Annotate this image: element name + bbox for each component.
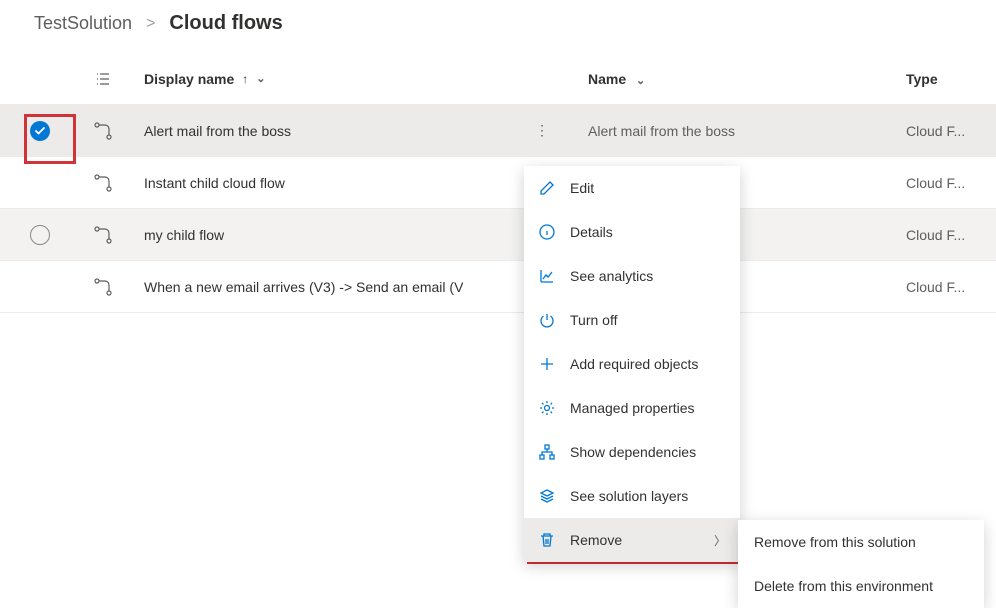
analytics-icon bbox=[538, 267, 556, 285]
menu-layers-label: See solution layers bbox=[570, 488, 726, 504]
row-checkbox-checked[interactable] bbox=[30, 121, 50, 141]
row-type: Cloud F... bbox=[906, 123, 996, 139]
row-display-name[interactable]: Instant child cloud flow bbox=[144, 175, 285, 191]
row-context-menu: Edit Details See analytics Turn off Add … bbox=[524, 166, 740, 562]
row-name: Alert mail from the boss bbox=[562, 123, 906, 139]
breadcrumb: TestSolution > Cloud flows bbox=[0, 0, 996, 53]
menu-addreq-label: Add required objects bbox=[570, 356, 726, 372]
power-icon bbox=[538, 311, 556, 329]
menu-details[interactable]: Details bbox=[524, 210, 740, 254]
cloud-flow-icon bbox=[80, 226, 126, 244]
breadcrumb-current: Cloud flows bbox=[169, 12, 282, 35]
remove-submenu: Remove from this solution Delete from th… bbox=[738, 520, 984, 608]
cloud-flow-icon bbox=[80, 174, 126, 192]
chevron-right-icon: > bbox=[146, 15, 155, 33]
table-row[interactable]: Alert mail from the boss ⋮ Alert mail fr… bbox=[0, 105, 996, 157]
header-list-icon[interactable] bbox=[80, 71, 126, 87]
menu-showdep-label: Show dependencies bbox=[570, 444, 726, 460]
menu-analytics[interactable]: See analytics bbox=[524, 254, 740, 298]
row-type: Cloud F... bbox=[906, 227, 996, 243]
chevron-right-icon: 〉 bbox=[714, 532, 726, 549]
edit-icon bbox=[538, 179, 556, 197]
menu-managed-properties[interactable]: Managed properties bbox=[524, 386, 740, 430]
layers-icon bbox=[538, 487, 556, 505]
row-type: Cloud F... bbox=[906, 175, 996, 191]
cloud-flow-icon bbox=[80, 278, 126, 296]
menu-turn-off[interactable]: Turn off bbox=[524, 298, 740, 342]
header-type[interactable]: Type bbox=[906, 71, 996, 87]
menu-edit-label: Edit bbox=[570, 180, 726, 196]
table-row[interactable]: Instant child cloud flow Cloud F... bbox=[0, 157, 996, 209]
chevron-down-icon[interactable]: ⌄ bbox=[636, 75, 645, 87]
row-display-name[interactable]: Alert mail from the boss bbox=[144, 123, 291, 139]
menu-turnoff-label: Turn off bbox=[570, 312, 726, 328]
header-name[interactable]: Name ⌄ bbox=[562, 71, 906, 87]
cloud-flow-icon bbox=[80, 122, 126, 140]
plus-icon bbox=[538, 355, 556, 373]
menu-managed-label: Managed properties bbox=[570, 400, 726, 416]
menu-add-required[interactable]: Add required objects bbox=[524, 342, 740, 386]
submenu-delete-from-environment[interactable]: Delete from this environment bbox=[738, 564, 984, 608]
table-row[interactable]: my child flow Cloud F... bbox=[0, 209, 996, 261]
info-icon bbox=[538, 223, 556, 241]
sort-asc-icon: ↑ bbox=[242, 72, 248, 86]
flows-table: Display name ↑ ⌄ Name ⌄ Type Alert mail … bbox=[0, 53, 996, 313]
submenu-delete-label: Delete from this environment bbox=[754, 578, 968, 594]
trash-icon bbox=[538, 531, 556, 549]
menu-edit[interactable]: Edit bbox=[524, 166, 740, 210]
hierarchy-icon bbox=[538, 443, 556, 461]
menu-remove-label: Remove bbox=[570, 532, 700, 548]
submenu-remove-from-solution[interactable]: Remove from this solution bbox=[738, 520, 984, 564]
menu-solution-layers[interactable]: See solution layers bbox=[524, 474, 740, 518]
row-more-menu-button[interactable]: ⋮ bbox=[535, 122, 549, 139]
breadcrumb-parent[interactable]: TestSolution bbox=[34, 13, 132, 34]
menu-analytics-label: See analytics bbox=[570, 268, 726, 284]
row-type: Cloud F... bbox=[906, 279, 996, 295]
row-checkbox[interactable] bbox=[30, 225, 50, 245]
row-display-name[interactable]: my child flow bbox=[144, 227, 224, 243]
chevron-down-icon[interactable]: ⌄ bbox=[256, 72, 265, 85]
row-display-name[interactable]: When a new email arrives (V3) -> Send an… bbox=[144, 279, 463, 295]
menu-remove[interactable]: Remove 〉 bbox=[524, 518, 740, 562]
menu-details-label: Details bbox=[570, 224, 726, 240]
submenu-remove-label: Remove from this solution bbox=[754, 534, 968, 550]
table-header: Display name ↑ ⌄ Name ⌄ Type bbox=[0, 53, 996, 105]
gear-icon bbox=[538, 399, 556, 417]
header-display-label: Display name bbox=[144, 71, 234, 87]
header-display-name[interactable]: Display name ↑ ⌄ bbox=[126, 71, 522, 87]
table-row[interactable]: When a new email arrives (V3) -> Send an… bbox=[0, 261, 996, 313]
header-name-label: Name bbox=[588, 71, 626, 87]
menu-show-dependencies[interactable]: Show dependencies bbox=[524, 430, 740, 474]
